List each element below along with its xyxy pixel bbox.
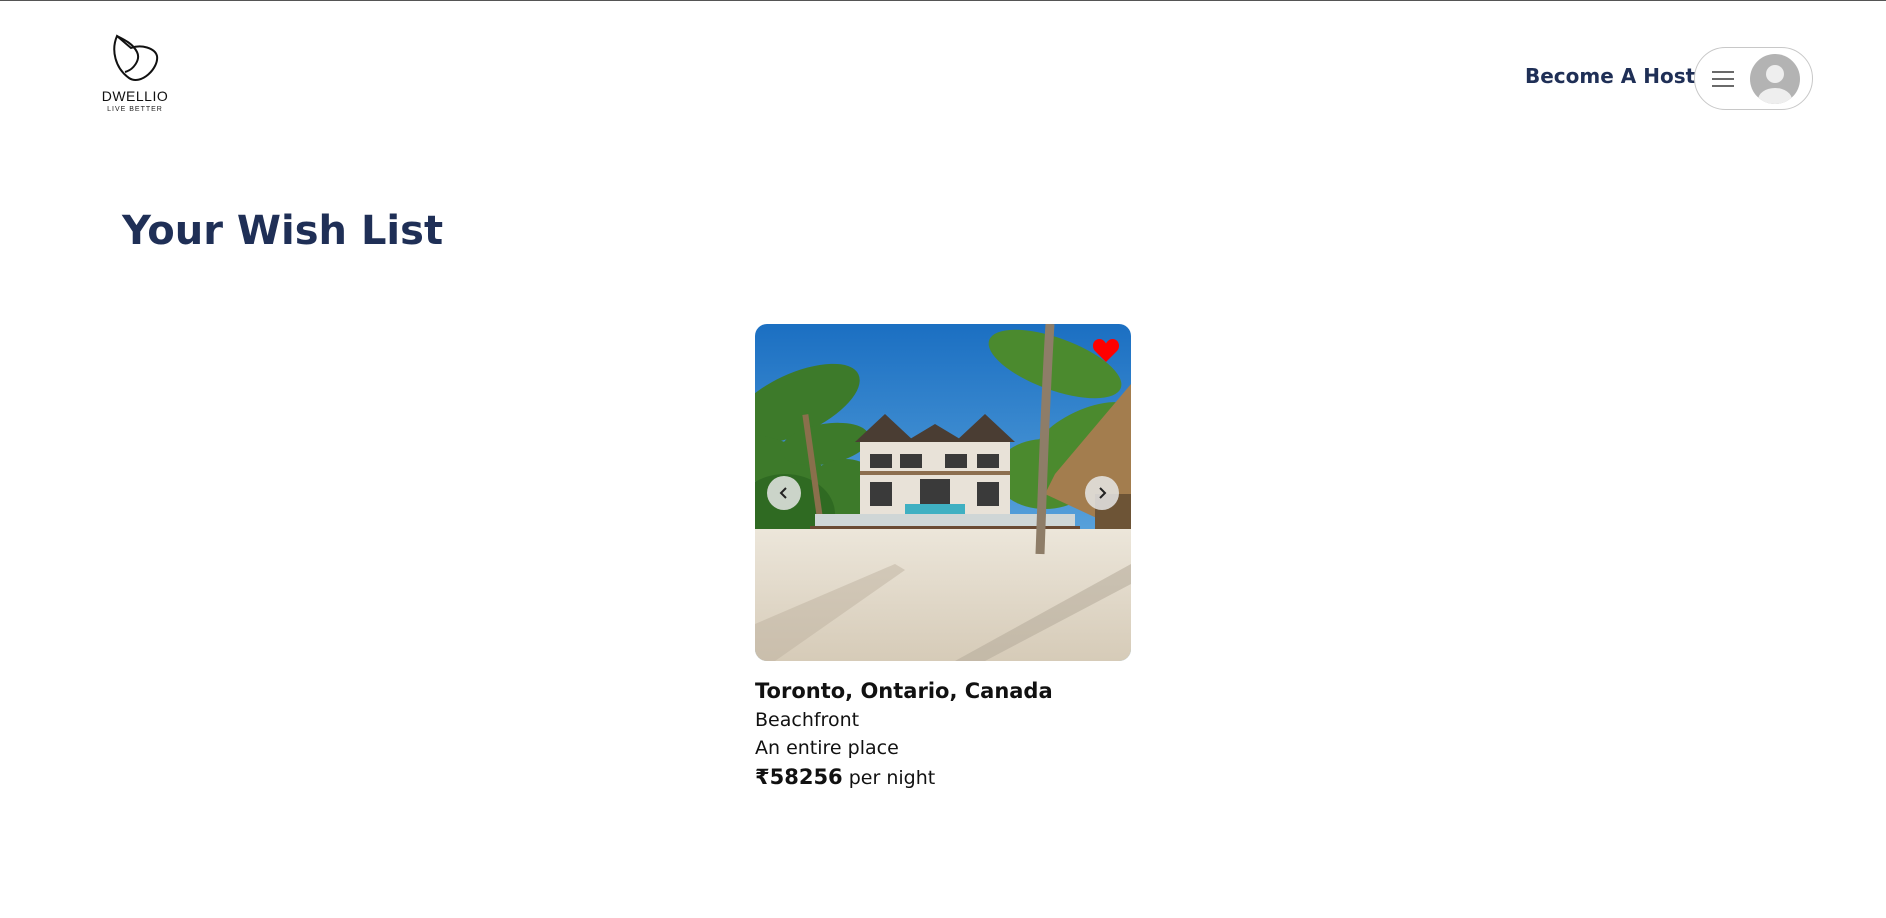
beach-villa-photo [755,324,1131,661]
brand-logo[interactable]: DWELLIO LIVE BETTER [100,30,170,116]
listing-card[interactable]: Toronto, Ontario, Canada Beachfront An e… [755,324,1131,789]
listing-price: ₹58256 [755,765,843,789]
chevron-left-icon [779,487,787,499]
page-title: Your Wish List [122,208,444,254]
listing-price-row: ₹58256 per night [755,765,1131,789]
listing-image[interactable] [755,324,1131,661]
top-border [0,0,1886,1]
prev-image-button[interactable] [767,476,801,510]
heart-icon[interactable] [1092,337,1120,363]
brand-name: DWELLIO [101,88,169,104]
user-menu-button[interactable] [1694,47,1813,110]
listing-location: Toronto, Ontario, Canada [755,679,1053,703]
brand-tagline: LIVE BETTER [107,106,163,113]
logo-mark-icon [113,34,159,81]
next-image-button[interactable] [1085,476,1119,510]
chevron-right-icon [1099,487,1107,499]
user-avatar-icon [1750,54,1800,104]
hamburger-icon [1712,71,1734,88]
listing-price-unit: per night [848,767,936,789]
listing-category: Beachfront [755,709,860,731]
become-host-link[interactable]: Become A Host [1525,64,1695,88]
listing-type: An entire place [755,737,899,759]
